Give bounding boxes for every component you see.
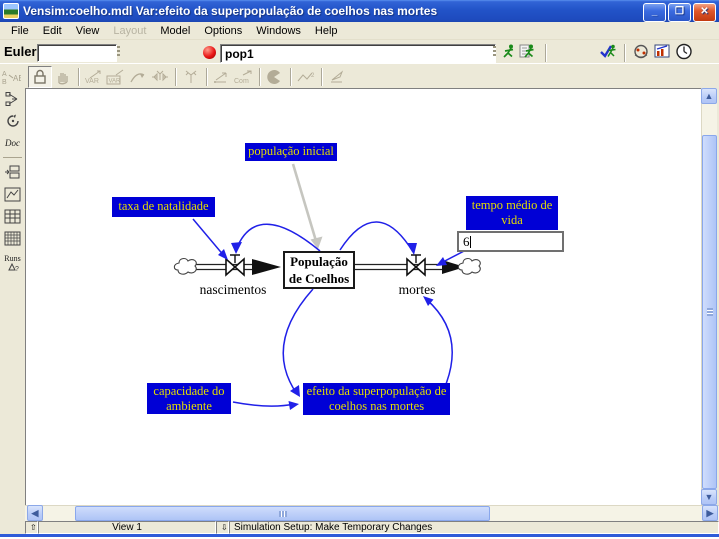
flow-label-mortes[interactable]: mortes <box>393 282 441 298</box>
rate-valve-tool <box>149 67 171 87</box>
scroll-right-button[interactable]: ▶ <box>702 505 718 521</box>
menu-help[interactable]: Help <box>308 23 345 39</box>
check-syntax-run-icon[interactable] <box>600 43 618 63</box>
status-bar: ⇧ View 1 ⇩ Simulation Setup: Make Tempor… <box>0 521 719 534</box>
svg-text:A: A <box>2 71 7 78</box>
hand-move-tool <box>52 67 74 87</box>
input-output-tool <box>211 67 233 87</box>
comment-tool: Com <box>233 67 255 87</box>
equation-tool: 2 <box>295 67 317 87</box>
menu-edit[interactable]: Edit <box>36 23 69 39</box>
menu-options[interactable]: Options <box>197 23 249 39</box>
doc-label: Doc <box>5 138 20 148</box>
scroll-down-button[interactable]: ▼ <box>701 489 717 505</box>
menu-view[interactable]: View <box>69 23 107 39</box>
reference-mode-tool <box>326 67 348 87</box>
delete-pacman-tool <box>264 67 286 87</box>
svg-text:B: B <box>2 79 7 86</box>
text-caret <box>470 236 471 248</box>
title-bar: Vensim:coelho.mdl Var:efeito da superpop… <box>0 0 719 22</box>
stock-populacao-de-coelhos[interactable]: População de Coelhos <box>283 251 355 289</box>
svg-text:?: ? <box>15 266 19 271</box>
menu-layout: Layout <box>106 23 153 39</box>
menu-bar: File Edit View Layout Model Options Wind… <box>0 22 719 40</box>
aux-populacao-inicial[interactable]: população inicial <box>245 143 337 161</box>
window-title: Vensim:coelho.mdl Var:efeito da superpop… <box>23 4 437 18</box>
view-up-button[interactable]: ⇧ <box>25 521 38 534</box>
boxvar-glyph: VAR <box>109 78 122 84</box>
restore-button[interactable]: ❐ <box>668 3 691 22</box>
sketch-antenna-tool <box>180 67 202 87</box>
table-tool[interactable] <box>0 205 25 227</box>
graph-tool[interactable] <box>0 183 25 205</box>
aux-taxa-natalidade[interactable]: taxa de natalidade <box>112 197 215 217</box>
menu-file[interactable]: File <box>4 23 36 39</box>
view-name[interactable]: View 1 <box>38 521 216 534</box>
simulation-status: Simulation Setup: Make Temporary Changes <box>229 521 719 534</box>
integrator-label: Euler <box>4 44 37 59</box>
tempo-medio-value-input[interactable]: 6 <box>457 231 564 252</box>
flow-label-nascimentos[interactable]: nascimentos <box>187 282 279 298</box>
sim-setup-input[interactable] <box>37 44 117 62</box>
vensim-app-icon <box>3 3 19 19</box>
aux-capacidade-ambiente[interactable]: capacidade do ambiente <box>147 383 231 414</box>
sketch-canvas[interactable] <box>25 88 701 505</box>
toolbar-grip-2 <box>493 46 496 57</box>
scroll-up-button[interactable]: ▲ <box>701 88 717 104</box>
toolbar-grip <box>117 46 120 57</box>
output-chart-icon[interactable] <box>654 43 672 63</box>
arrow-tool <box>127 67 149 87</box>
red-status-ball-icon <box>203 46 216 59</box>
sketch-toolbar: A B ABC VAR VAR Com <box>0 63 719 89</box>
run-name-input[interactable] <box>220 44 496 63</box>
menu-model[interactable]: Model <box>153 23 197 39</box>
run-batch-icon[interactable] <box>519 43 537 63</box>
loops-tool[interactable] <box>0 110 25 132</box>
document-tool[interactable]: Doc <box>0 132 25 154</box>
table-time-tool[interactable] <box>0 227 25 249</box>
analysis-sidebar: Doc Runs ? <box>0 88 25 521</box>
variable-tool: VAR <box>83 67 105 87</box>
box-variable-tool: VAR <box>105 67 127 87</box>
svg-text:2: 2 <box>311 73 315 79</box>
sim-setup-toggle-button[interactable]: ⇩ <box>216 521 229 534</box>
causes-strip-tool[interactable] <box>0 161 25 183</box>
text-abc-tool: A B ABC <box>0 67 22 87</box>
menu-windows[interactable]: Windows <box>249 23 308 39</box>
aux-tempo-medio-vida[interactable]: tempo médio de vida <box>466 196 558 230</box>
run-simulation-icon[interactable] <box>501 43 518 63</box>
time-clock-icon[interactable] <box>675 43 693 63</box>
scroll-left-button[interactable]: ◀ <box>27 505 43 521</box>
com-glyph: Com <box>234 78 249 85</box>
sidebar-divider <box>3 157 22 158</box>
lock-tool[interactable] <box>28 66 52 88</box>
runs-label: Runs <box>4 254 20 263</box>
vertical-scroll-thumb[interactable] <box>702 135 717 489</box>
abc-glyph: ABC <box>13 74 21 83</box>
close-button[interactable]: ✕ <box>693 3 716 22</box>
model-settings-icon[interactable] <box>632 43 650 63</box>
var-glyph: VAR <box>85 78 99 85</box>
horizontal-scroll-thumb[interactable] <box>75 506 490 521</box>
runs-compare-tool[interactable]: Runs ? <box>0 249 25 275</box>
causes-tree-tool[interactable] <box>0 88 25 110</box>
aux-efeito-superpopulacao[interactable]: efeito da superpopulação de coelhos nas … <box>303 383 450 415</box>
minimize-button[interactable]: _ <box>643 3 666 22</box>
